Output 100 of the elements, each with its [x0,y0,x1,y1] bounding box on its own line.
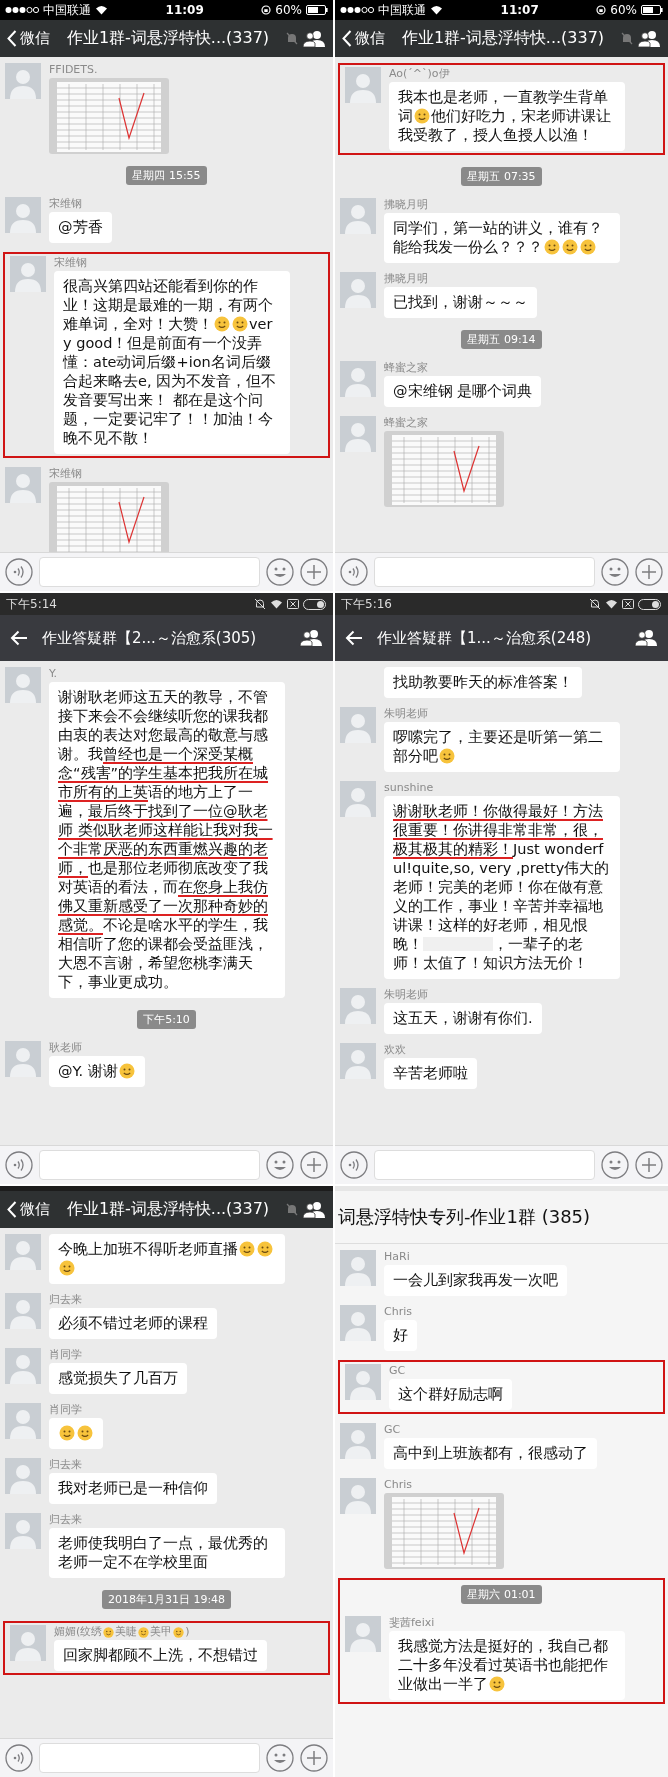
plus-icon[interactable] [300,558,328,586]
plus-icon[interactable] [300,1151,328,1179]
message-bubble: 这个群好励志啊 [389,1379,512,1410]
message-bubble: 啰嗦完了，主要还是听第一第二部分吧 [384,722,620,772]
back-chevron-icon [342,30,352,47]
emoji-icon [173,1627,185,1638]
emoji-icon [414,108,430,124]
sender-name: 肖同学 [49,1403,82,1416]
sender-name: GC [389,1364,406,1377]
group-members-icon[interactable] [634,629,658,647]
plus-icon[interactable] [300,1744,328,1772]
message-bubble: @芳香 [49,212,112,243]
sender-name: 拂晓月明 [384,198,428,211]
muted-bell-icon [589,598,601,610]
voice-input-icon[interactable] [340,558,368,586]
message-bubble: 回家脚都顾不上洗，不想错过 [54,1640,267,1671]
sender-name: sunshine [384,781,434,794]
rotation-lock-icon [261,5,272,15]
sender-name: 归去来 [49,1513,82,1526]
back-button[interactable]: 微信 [7,1200,50,1219]
emoji-icon [232,316,248,332]
message-bubble: 谢谢耿老师！你做得最好！方法很重要！你讲得非常非常，很，极其极其的精彩！Just wonderful!quite,so, very ,pretty伟大的老师！完美的老师！你在做有意义的工作，事业！辛苦并幸福地讲课！这样的好老师，相见恨晚！ ，一辈子的老师！太值了！知识方法无价！ [384,796,620,979]
emoji-icon [580,239,596,255]
emoji-icon [59,1425,75,1441]
timestamp: 星期四 15:55 [126,166,207,185]
emoji-icon [257,1241,273,1257]
group-members-icon[interactable] [302,29,326,48]
timestamp: 星期六 01:01 [461,1585,542,1604]
back-arrow-icon[interactable] [345,630,363,646]
message-bubble: 高中到上班族都有，很感动了 [384,1438,597,1469]
clock-time: 下午5:14 [6,595,57,613]
sender-name: 宋维钢 [49,197,82,210]
group-members-icon[interactable] [299,629,323,647]
message-bubble: 一会儿到家我再发一次吧 [384,1265,567,1296]
sender-name: 耿老师 [49,1041,82,1054]
plus-icon[interactable] [635,558,663,586]
emoji-button-icon[interactable] [601,558,629,586]
voice-input-icon[interactable] [5,1151,33,1179]
emoji-button-icon[interactable] [601,1151,629,1179]
timestamp: 星期五 09:14 [461,330,542,349]
message-input[interactable] [39,557,260,587]
chat-title: 词悬浮特快专列-作业1群 (385) [338,1205,592,1229]
chat-title: 作业1群-词悬浮特快...(337) [65,28,271,49]
message-bubble: 已找到，谢谢～～～ [384,287,537,318]
voice-input-icon[interactable] [5,1744,33,1772]
message-bubble: 我感觉方法是挺好的，我自己都二十多年没看过英语书也能把作业做出一半了 [389,1631,625,1700]
back-button[interactable]: 微信 [342,29,385,48]
battery-icon [638,598,662,610]
sender-name: 归去来 [49,1293,82,1306]
emoji-icon [439,748,455,764]
message-bubble: 必须不错过老师的课程 [49,1308,217,1339]
sender-name: Chris [384,1305,412,1318]
message-bubble: 老师使我明白了一点，最优秀的老师一定不在学校里面 [49,1528,285,1578]
message-input[interactable] [374,1150,595,1180]
sender-name: 蜂蜜之家 [384,361,428,374]
rotation-lock-icon [596,5,607,15]
message-input[interactable] [39,1743,260,1773]
sim-icon [287,599,299,609]
message-bubble: 很高兴第四站还能看到你的作业！这期是最难的一期，有两个难单词，全对！大赞！ very good！但是前面有一个没弄懂：ate动词后缀+ion名词后缀合起来略去e, 因为不发音，但不发音要写出来！ 都在是这个问题，一定要记牢了！！加油！今晚不见不散！ [54,271,290,454]
sender-name: 宋维钢 [54,256,87,269]
back-button[interactable]: 微信 [7,29,50,48]
signal-icon [340,6,374,14]
group-members-icon[interactable] [637,29,661,48]
sender-name: Ao(ˊ^ˋ)o伊 [389,67,450,80]
emoji-icon [544,239,560,255]
emoji-icon [138,1627,150,1638]
chat-title: 作业答疑群【1...～治愈系(248) [377,628,593,648]
sender-name: 肖同学 [49,1348,82,1361]
sender-name: 蜂蜜之家 [384,416,428,429]
back-arrow-icon[interactable] [10,630,28,646]
emoji-button-icon[interactable] [266,1151,294,1179]
message-input[interactable] [39,1150,260,1180]
emoji-icon [103,1627,115,1638]
message-input[interactable] [374,557,595,587]
emoji-button-icon[interactable] [266,558,294,586]
battery-icon [303,598,327,610]
message-bubble: 好 [384,1320,417,1351]
message-bubble: 这五天，谢谢有你们. [384,1003,542,1034]
chat-title: 作业1群-词悬浮特快...(337) [65,1199,271,1220]
message-bubble: @宋维钢 是哪个词典 [384,376,542,407]
message-bubble: 同学们，第一站的讲义，谁有？能给我发一份么？？？ [384,213,620,263]
emoji-icon [489,1676,505,1692]
message-bubble: 谢谢耿老师这五天的教导，不管接下来会不会继续听您的课我都由衷的表达对您最高的敬意与感谢。我曾经也是一个深受某概念“残害”的学生基本把我所在城市所有的上英语的地方上了一遍，最后终于找到了一位@耿老师 类似耿老师这样能让我对我一个非常厌恶的东西重燃兴趣的老师，也是那位老师彻底改变了我对英语的看法，而在您身上我仿佛又重新感受了一次那种奇妙的感觉。不论是啥水平的学生，我相信听了您的课都会受益匪浅，大恩不言谢，希望您桃李满天下，事业更成功。 [49,682,285,998]
wifi-icon [95,5,108,15]
emoji-icon [214,316,230,332]
sender-name: 欢欢 [384,1043,406,1056]
emoji-button-icon[interactable] [266,1744,294,1772]
sender-name: GC [384,1423,401,1436]
sender-name: 朱明老师 [384,707,428,720]
voice-input-icon[interactable] [5,558,33,586]
plus-icon[interactable] [635,1151,663,1179]
message-bubble: 找助教要昨天的标准答案！ [384,667,582,698]
group-members-icon[interactable] [302,1200,326,1219]
battery-icon [306,5,328,15]
sender-name: 媚媚(纹绣 美睫 美甲 ) [54,1625,190,1638]
message-bubble: 感觉损失了几百万 [49,1363,187,1394]
voice-input-icon[interactable] [340,1151,368,1179]
battery-icon [641,5,663,15]
sender-name: 归去来 [49,1458,82,1471]
sender-name: HaRi [384,1250,410,1263]
